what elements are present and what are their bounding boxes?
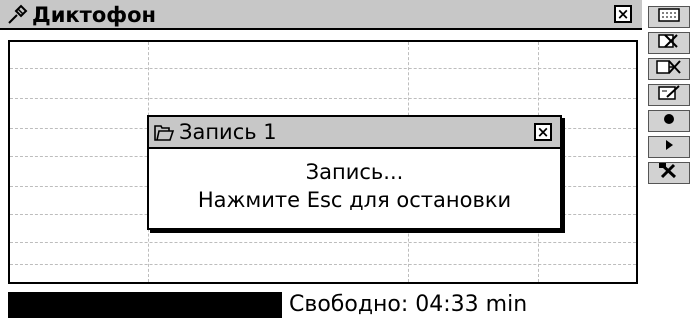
folder-icon (153, 123, 175, 143)
tools-icon (655, 162, 683, 184)
status-bar: Свободно: 04:33 min (8, 292, 642, 318)
window-title: Диктофон (32, 3, 157, 27)
tools-button[interactable] (648, 162, 690, 184)
dialog-title: Запись 1 (179, 120, 277, 144)
memory-usage-fill (9, 293, 281, 317)
delete-icon (655, 32, 683, 54)
list-view-button[interactable] (648, 6, 690, 28)
record-button[interactable] (648, 110, 690, 132)
rename-button[interactable] (648, 84, 690, 106)
rename-icon (655, 84, 683, 106)
delete-all-button[interactable] (648, 58, 690, 80)
list-view-icon (655, 6, 683, 28)
side-toolbar (646, 0, 693, 318)
recording-dialog: Запись 1 × Запись... Нажмите Esc для ост… (147, 115, 562, 230)
delete-all-icon (655, 58, 683, 80)
window-close-icon[interactable]: × (614, 5, 632, 23)
delete-button[interactable] (648, 32, 690, 54)
free-space-text: Свободно: 04:33 min (289, 292, 528, 317)
play-icon (655, 136, 683, 158)
memory-usage-bar (8, 292, 282, 318)
window-titlebar: Диктофон × (0, 0, 642, 30)
stop-instruction-text: Нажмите Esc для остановки (197, 188, 512, 212)
grid-line (10, 264, 636, 265)
dialog-titlebar: Запись 1 × (149, 117, 560, 149)
play-button[interactable] (648, 136, 690, 158)
microphone-icon (6, 4, 28, 26)
grid-line (10, 98, 636, 99)
grid-line (10, 242, 636, 243)
recording-status-text: Запись... (305, 160, 404, 184)
record-icon (655, 110, 683, 132)
grid-line (10, 68, 636, 69)
recorder-window: Диктофон × Запись 1 × Запись... Нажмите … (0, 0, 642, 318)
dialog-close-icon[interactable]: × (534, 123, 552, 141)
